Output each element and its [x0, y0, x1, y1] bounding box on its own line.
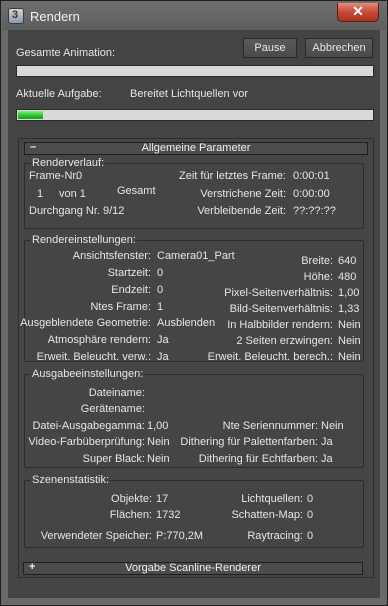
- remaining-time-value: ??:??:??: [293, 205, 336, 217]
- window-title: Rendern: [30, 9, 80, 24]
- end-time-value: 0: [157, 284, 164, 296]
- render-progress-title: Renderverlauf:: [31, 157, 106, 169]
- remaining-time-label: Verbleibende Zeit:: [197, 205, 286, 217]
- raytracing-label: Raytracing:: [247, 530, 303, 542]
- nth-serial-value: Nein: [321, 420, 344, 432]
- start-time-label: Startzeit:: [107, 267, 151, 279]
- adv-lighting-compute-label: Erweit. Beleucht. berech.:: [207, 351, 333, 363]
- half-height-label: In Halbbilder rendern:: [227, 319, 333, 331]
- nth-serial-label: Nte Seriennummer:: [222, 420, 318, 432]
- render-window: Rendern ✕ Pause Abbrechen Gesamte Animat…: [0, 0, 388, 606]
- elapsed-time-label: Verstrichene Zeit:: [200, 188, 286, 200]
- two-sided-value: Nein: [338, 335, 361, 347]
- height-label: Höhe:: [303, 271, 333, 283]
- current-task-label: Aktuelle Aufgabe:: [16, 88, 102, 100]
- start-time-value: 0: [157, 267, 164, 279]
- pixel-aspect-label: Pixel-Seitenverhältnis:: [224, 287, 333, 299]
- memory-used-label: Verwendeter Speicher:: [40, 530, 152, 542]
- rollout-general-label: Allgemeine Parameter: [141, 142, 251, 154]
- scene-stats-group: Szenenstatistik: Objekte: 17 Flächen: 17…: [24, 474, 364, 548]
- frame-no-value: 0: [76, 170, 83, 182]
- pixel-aspect-value: 1,00: [338, 287, 360, 299]
- cancel-button[interactable]: Abbrechen: [305, 38, 373, 58]
- render-settings-title: Rendereinstellungen:: [31, 234, 137, 246]
- hidden-geometry-value: Ausblenden: [157, 317, 216, 329]
- viewport-label: Ansichtsfenster:: [72, 250, 151, 262]
- device-name-label: Gerätename:: [80, 403, 145, 415]
- dither-palette-value: Ja: [321, 436, 333, 448]
- faces-label: Flächen:: [109, 509, 152, 521]
- last-frame-time-value: 0:00:01: [293, 170, 330, 182]
- shadow-map-label: Schatten-Map:: [231, 509, 303, 521]
- video-color-check-label: Video-Farbüberprüfung:: [28, 436, 145, 448]
- half-height-value: Nein: [338, 319, 361, 331]
- task-progress-fill: [18, 111, 43, 119]
- width-label: Breite:: [301, 255, 333, 267]
- output-settings-title: Ausgabeeinstellungen:: [31, 368, 145, 380]
- objects-value: 17: [156, 493, 169, 505]
- atmosphere-value: Ja: [157, 334, 169, 346]
- dither-true-color-value: Ja: [321, 453, 333, 465]
- dither-palette-label: Dithering für Palettenfarben:: [180, 436, 318, 448]
- app-icon: [8, 8, 24, 24]
- memory-used-value: P:770,2M: [156, 530, 204, 542]
- lights-value: 0: [307, 493, 314, 505]
- task-progress-bar: [16, 109, 374, 121]
- last-frame-time-label: Zeit für letztes Frame:: [179, 170, 286, 182]
- super-black-value: Nein: [147, 453, 170, 465]
- image-aspect-label: Bild-Seitenverhältnis:: [229, 303, 333, 315]
- rollout-scanline-label: Vorgabe Scanline-Renderer: [125, 562, 261, 574]
- width-value: 640: [338, 255, 357, 267]
- height-value: 480: [338, 271, 357, 283]
- lights-label: Lichtquellen:: [241, 493, 303, 505]
- frame-of-total: von 1: [59, 188, 86, 200]
- image-aspect-value: 1,33: [338, 303, 360, 315]
- filename-label: Dateiname:: [88, 387, 145, 399]
- output-settings-group: Ausgabeeinstellungen: Dateiname: Geräten…: [24, 368, 364, 468]
- adv-lighting-use-label: Erweit. Beleucht. verw.:: [36, 351, 151, 363]
- atmosphere-label: Atmosphäre rendern:: [47, 334, 151, 346]
- overall-animation-label: Gesamte Animation:: [16, 47, 116, 59]
- faces-value: 1732: [156, 509, 181, 521]
- super-black-label: Super Black:: [82, 453, 145, 465]
- frame-no-label: Frame-Nr.: [29, 170, 79, 182]
- render-progress-group: Renderverlauf: Frame-Nr. 0 1 von 1 Gesam…: [24, 157, 364, 229]
- nth-frame-label: Ntes Frame:: [90, 301, 151, 313]
- dither-true-color-label: Dithering für Echtfarben:: [198, 453, 318, 465]
- client-area: Pause Abbrechen Gesamte Animation: Aktue…: [8, 30, 380, 598]
- rollout-panel: – Allgemeine Parameter Renderverlauf: Fr…: [18, 138, 374, 578]
- shadow-map-value: 0: [307, 509, 314, 521]
- collapse-icon: –: [30, 141, 37, 153]
- adv-lighting-compute-value: Nein: [338, 351, 361, 363]
- current-task-value: Bereitet Lichtquellen vor: [130, 88, 249, 100]
- adv-lighting-use-value: Ja: [157, 351, 169, 363]
- pause-button[interactable]: Pause: [243, 38, 297, 58]
- output-gamma-value: 1,00: [147, 420, 169, 432]
- pass-number: Durchgang Nr. 9/12: [29, 205, 125, 217]
- viewport-value: Camera01_Part: [157, 250, 235, 262]
- end-time-label: Endzeit:: [111, 284, 151, 296]
- rollout-scanline-header[interactable]: + Vorgabe Scanline-Renderer: [23, 562, 363, 575]
- overall-progress-bar: [16, 65, 374, 77]
- raytracing-value: 0: [307, 530, 314, 542]
- nth-frame-value: 1: [157, 301, 164, 313]
- scene-stats-title: Szenenstatistik:: [31, 474, 111, 486]
- video-color-check-value: Nein: [147, 436, 170, 448]
- objects-label: Objekte:: [111, 493, 152, 505]
- render-settings-group: Rendereinstellungen: Ansichtsfenster: Ca…: [20, 234, 364, 363]
- total-label: Gesamt: [117, 185, 156, 197]
- rollout-general-header[interactable]: – Allgemeine Parameter: [24, 142, 368, 155]
- frame-count: 1: [37, 188, 44, 200]
- output-gamma-label: Datei-Ausgabegamma:: [32, 420, 145, 432]
- title-bar[interactable]: Rendern ✕: [2, 2, 386, 30]
- elapsed-time-value: 0:00:00: [293, 188, 330, 200]
- close-button[interactable]: ✕: [337, 3, 379, 22]
- expand-icon: +: [29, 561, 36, 573]
- two-sided-label: 2 Seiten erzwingen:: [236, 335, 333, 347]
- hidden-geometry-label: Ausgeblendete Geometrie:: [20, 317, 151, 329]
